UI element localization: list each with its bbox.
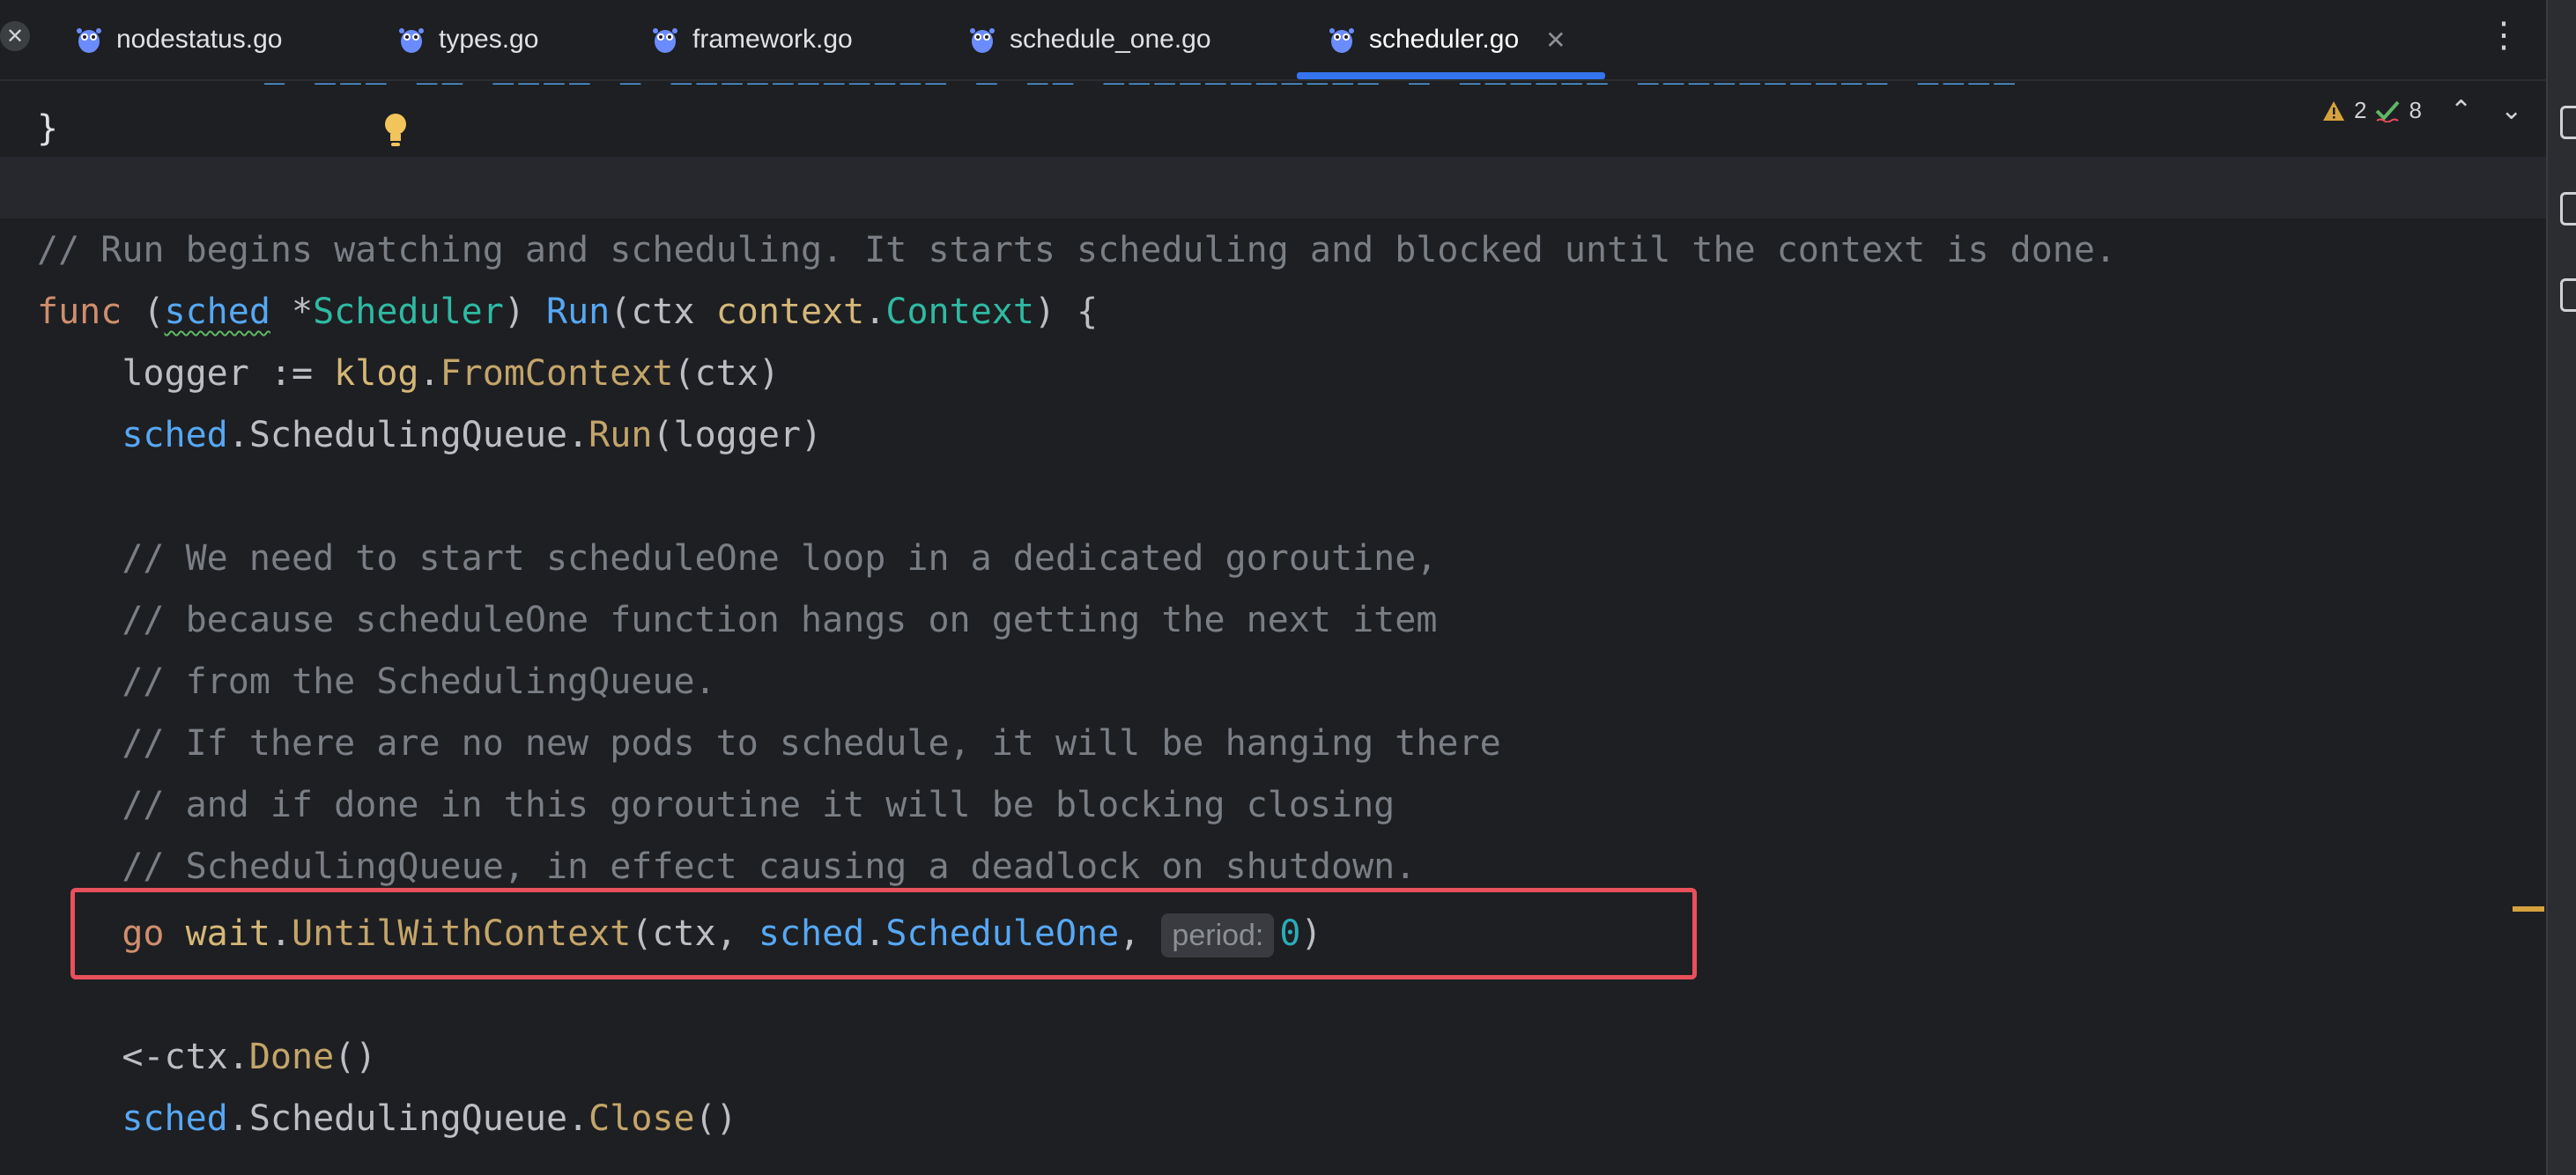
call-token: Done xyxy=(248,1037,335,1077)
code-token: (logger) xyxy=(652,415,823,455)
code-token: ) { xyxy=(1033,292,1099,332)
type-token: Scheduler xyxy=(313,292,504,332)
clipped-code-line: ━ ━━━ ━━ ━━━━ ━ ━━━━━━━━━━━ ━ ━━ ━━━━━━━… xyxy=(264,81,2379,85)
code-token: . xyxy=(864,292,886,332)
code-token: (ctx) xyxy=(673,353,780,394)
inspection-widget[interactable]: 2 8 ⌃ ⌄ xyxy=(2322,95,2522,126)
tab-scheduler[interactable]: scheduler.go ✕ xyxy=(1327,0,1566,79)
code-token: // We need to start scheduleOne loop in … xyxy=(122,538,1438,579)
right-tool-strip xyxy=(2546,0,2576,1175)
call-token: Run xyxy=(588,415,653,455)
check-count: 8 xyxy=(2409,97,2422,123)
keyword-token: func xyxy=(37,292,122,332)
call-token: FromContext xyxy=(440,353,674,394)
tab-framework[interactable]: framework.go xyxy=(650,0,853,79)
tab-label: nodestatus.go xyxy=(116,25,283,54)
code-token: ) xyxy=(503,292,547,332)
comment-line: // SchedulingQueue, in effect causing a … xyxy=(37,839,1416,895)
active-tab-indicator xyxy=(1297,72,1605,79)
comment-line: // We need to start scheduleOne loop in … xyxy=(37,530,1437,587)
tab-label: types.go xyxy=(439,25,539,54)
function-name-token: Run xyxy=(546,292,611,332)
code-token: logger := xyxy=(37,353,335,394)
code-token: ( xyxy=(122,292,165,332)
code-token: . xyxy=(418,353,440,394)
go-file-icon xyxy=(77,28,101,53)
code-token: () xyxy=(334,1037,377,1077)
tool-window-icon[interactable] xyxy=(2560,192,2576,225)
tab-label: scheduler.go xyxy=(1369,25,1520,54)
editor-tab-bar: ✕ nodestatus.go types.go framework.go sc… xyxy=(0,0,2546,81)
package-token: context xyxy=(715,292,865,332)
code-token: * xyxy=(270,292,314,332)
code-line: sched.SchedulingQueue.Close() xyxy=(37,1090,737,1147)
warning-count: 2 xyxy=(2354,97,2367,123)
type-token: Context xyxy=(885,292,1034,332)
func-signature: func (sched *Scheduler) Run(ctx context.… xyxy=(37,284,1098,340)
comment-line: // because scheduleOne function hangs on… xyxy=(37,592,1437,648)
tab-nodestatus[interactable]: nodestatus.go xyxy=(74,0,282,79)
call-token: Close xyxy=(588,1098,695,1139)
more-options-icon[interactable]: ⋮ xyxy=(2486,16,2521,55)
go-file-icon xyxy=(399,28,424,53)
tool-window-icon[interactable] xyxy=(2560,278,2576,312)
code-token: // Run begins watching and scheduling. I… xyxy=(37,230,2117,270)
warning-icon xyxy=(2323,100,2344,121)
error-stripe-marker[interactable] xyxy=(2513,906,2544,912)
code-token: <-ctx. xyxy=(122,1037,249,1077)
code-token: () xyxy=(694,1098,737,1139)
code-token: .SchedulingQueue. xyxy=(227,1098,589,1139)
comment-line: // If there are no new pods to schedule,… xyxy=(37,715,1501,772)
code-token: } xyxy=(37,108,59,149)
close-tab-icon[interactable]: ✕ xyxy=(1545,26,1566,55)
code-line: } xyxy=(37,100,58,157)
receiver-token: sched xyxy=(164,292,270,332)
code-token: // because scheduleOne function hangs on… xyxy=(122,600,1438,640)
lightbulb-icon[interactable] xyxy=(381,111,411,150)
comment-line: // from the SchedulingQueue. xyxy=(37,654,716,710)
go-file-icon xyxy=(970,28,995,53)
code-line: <-ctx.Done() xyxy=(37,1029,376,1085)
database-icon[interactable] xyxy=(2560,106,2576,139)
go-file-icon xyxy=(1329,28,1354,53)
code-token: (ctx xyxy=(610,292,716,332)
tab-schedule-one[interactable]: schedule_one.go xyxy=(967,0,1211,79)
highlight-annotation-box xyxy=(70,888,1697,979)
code-token: .SchedulingQueue. xyxy=(227,415,589,455)
tab-label: schedule_one.go xyxy=(1010,25,1211,54)
code-token: // If there are no new pods to schedule,… xyxy=(122,723,1501,764)
chevron-up-icon[interactable]: ⌃ xyxy=(2450,95,2472,126)
tab-label: framework.go xyxy=(692,25,853,54)
current-line-highlight xyxy=(0,157,2546,218)
tab-types[interactable]: types.go xyxy=(396,0,538,79)
code-line: sched.SchedulingQueue.Run(logger) xyxy=(37,407,822,463)
comment-line: // and if done in this goroutine it will… xyxy=(37,777,1395,833)
code-token: // from the SchedulingQueue. xyxy=(122,661,716,702)
go-file-icon xyxy=(653,28,677,53)
package-token: klog xyxy=(334,353,419,394)
code-token: // and if done in this goroutine it will… xyxy=(122,785,1395,825)
code-line: logger := klog.FromContext(ctx) xyxy=(37,345,780,402)
receiver-token: sched xyxy=(122,1098,228,1139)
chevron-down-icon[interactable]: ⌄ xyxy=(2500,95,2522,126)
close-icon[interactable]: ✕ xyxy=(0,21,30,51)
check-icon xyxy=(2376,100,2400,122)
code-editor[interactable]: ━ ━━━ ━━ ━━━━ ━ ━━━━━━━━━━━ ━ ━━ ━━━━━━━… xyxy=(0,81,2546,1175)
doc-comment: // Run begins watching and scheduling. I… xyxy=(37,222,2116,278)
receiver-token: sched xyxy=(122,415,228,455)
code-token: // SchedulingQueue, in effect causing a … xyxy=(122,846,1417,887)
